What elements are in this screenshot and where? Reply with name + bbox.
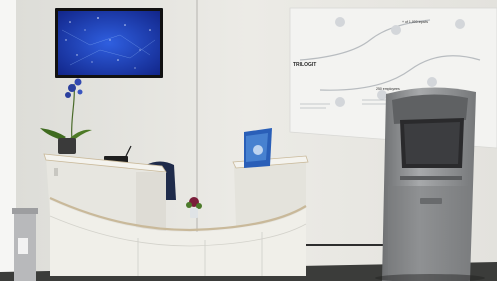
scene-drawing: TRILOGIT + of 1,000 inputs 250 employees bbox=[0, 0, 497, 281]
trash-bin bbox=[12, 208, 38, 281]
poster-brand: TRILOGIT bbox=[293, 62, 316, 68]
brochure-stand bbox=[244, 128, 272, 168]
left-frame bbox=[0, 0, 16, 281]
baseboard bbox=[300, 244, 390, 246]
photo-scene: TRILOGIT + of 1,000 inputs 250 employees bbox=[0, 0, 497, 281]
poster-text-2: 250 employees bbox=[376, 87, 400, 91]
poster-text-1: + of 1,000 inputs bbox=[402, 20, 428, 24]
wall-tv bbox=[55, 8, 163, 78]
self-service-kiosk bbox=[382, 87, 476, 281]
